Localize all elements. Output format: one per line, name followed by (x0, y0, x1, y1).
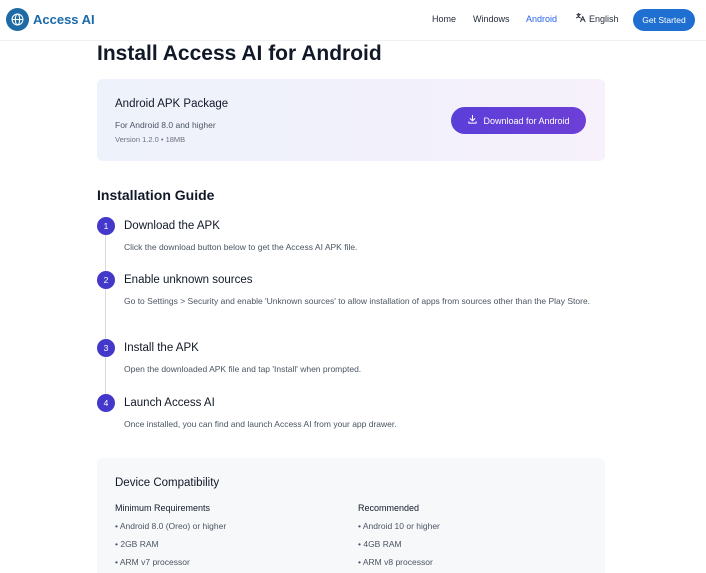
list-item: • ARM v7 processor (115, 557, 190, 567)
step-description: Open the downloaded APK file and tap 'In… (124, 364, 362, 374)
list-item: • Android 10 or higher (358, 521, 440, 531)
package-version: Version 1.2.0 • 18MB (115, 135, 186, 144)
page-title: Install Access AI for Android (97, 42, 382, 65)
step-number: 4 (97, 394, 115, 412)
guide-title: Installation Guide (97, 187, 215, 203)
nav-home[interactable]: Home (432, 14, 456, 24)
step-description: Once installed, you can find and launch … (124, 419, 397, 429)
download-label: Download for Android (483, 115, 570, 126)
step-number: 2 (97, 271, 115, 289)
nav-windows[interactable]: Windows (473, 14, 510, 24)
translate-icon (575, 12, 589, 25)
globe-icon (6, 8, 29, 31)
minimum-requirements-heading: Minimum Requirements (115, 503, 211, 513)
device-compatibility-card: Device Compatibility Minimum Requirement… (97, 458, 605, 573)
language-label: English (589, 13, 619, 24)
step-title: Launch Access AI (124, 397, 215, 409)
site-header: Access AI Home Windows Android English G… (0, 0, 706, 41)
package-title: Android APK Package (115, 98, 229, 110)
list-item: • 2GB RAM (115, 539, 159, 549)
list-item: • 4GB RAM (358, 539, 402, 549)
recommended-heading: Recommended (358, 503, 420, 513)
step-title: Download the APK (124, 220, 220, 232)
step-title: Enable unknown sources (124, 274, 253, 286)
step-number: 1 (97, 217, 115, 235)
step-title: Install the APK (124, 342, 199, 354)
step-number: 3 (97, 339, 115, 357)
get-started-button[interactable]: Get Started (633, 9, 695, 31)
nav-android[interactable]: Android (526, 14, 557, 24)
package-requirement: For Android 8.0 and higher (115, 120, 216, 130)
timeline-line (105, 226, 106, 412)
step-description: Go to Settings > Security and enable 'Un… (124, 296, 591, 306)
apk-package-card: Android APK Package For Android 8.0 and … (97, 79, 605, 161)
download-android-button[interactable]: Download for Android (451, 107, 586, 134)
list-item: • Android 8.0 (Oreo) or higher (115, 521, 227, 531)
language-selector[interactable]: English (575, 12, 619, 25)
compatibility-title: Device Compatibility (115, 477, 220, 489)
download-icon (467, 114, 483, 127)
list-item: • ARM v8 processor (358, 557, 433, 567)
logo-text: Access AI (33, 12, 95, 27)
logo[interactable]: Access AI (6, 8, 95, 31)
step-description: Click the download button below to get t… (124, 242, 358, 252)
